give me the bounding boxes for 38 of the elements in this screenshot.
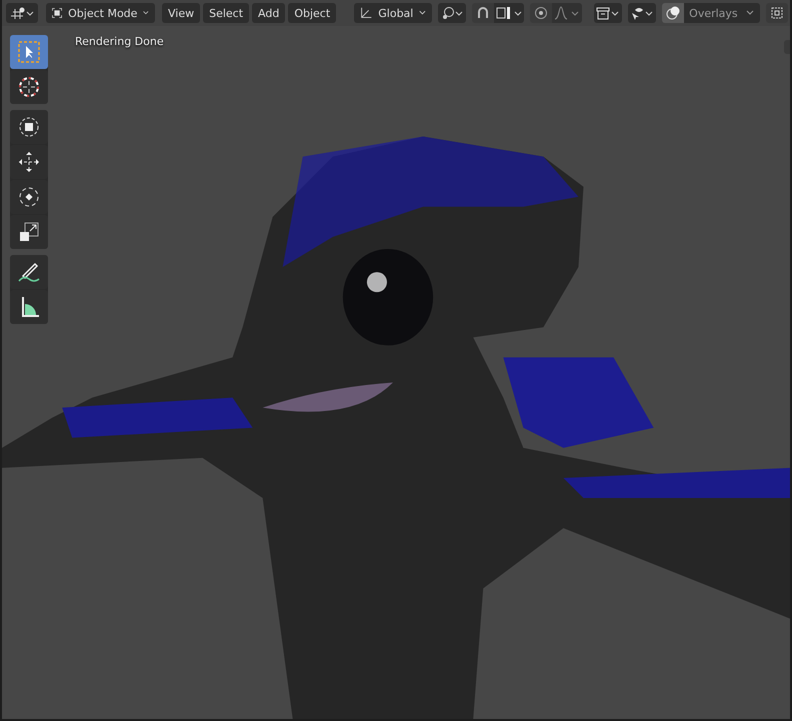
tool-button[interactable] <box>10 110 48 144</box>
mode-dropdown[interactable]: Object Mode <box>46 3 155 23</box>
falloff-dropdown[interactable] <box>552 3 582 23</box>
sidebar-toggle-tab[interactable] <box>784 40 790 54</box>
tool-button[interactable] <box>10 180 48 214</box>
box-select-icon <box>16 39 42 65</box>
snap-element-dropdown[interactable] <box>494 3 524 23</box>
selectability-dropdown[interactable] <box>628 3 656 23</box>
status-message: Rendering Done <box>75 35 164 48</box>
visibility-dropdown[interactable] <box>594 3 622 23</box>
xray-icon <box>770 6 784 20</box>
magnet-icon <box>476 6 490 20</box>
axes-icon <box>359 6 374 20</box>
menu-button[interactable]: View <box>162 3 200 23</box>
target-circle-icon <box>534 6 548 20</box>
chevron-down-icon <box>418 9 428 17</box>
object-mode-icon <box>51 6 64 20</box>
overlapping-circles-icon <box>666 6 680 20</box>
proportional-editing-toggle[interactable] <box>530 3 552 23</box>
menu-button[interactable]: Object <box>288 3 336 23</box>
crosshair-icon <box>16 74 42 100</box>
editor-type-button[interactable] <box>6 3 38 23</box>
tool-button[interactable] <box>10 145 48 179</box>
tool-button[interactable] <box>10 255 48 289</box>
snap-toggle[interactable] <box>472 3 494 23</box>
menu-button[interactable]: Add <box>252 3 286 23</box>
pivot-dropdown[interactable] <box>438 3 466 23</box>
overlays-dropdown[interactable]: Overlays <box>684 3 760 23</box>
tool-button[interactable] <box>10 290 48 324</box>
xray-toggle[interactable] <box>766 3 788 23</box>
chevron-down-icon <box>745 9 756 17</box>
overlays-toggle[interactable] <box>662 3 684 23</box>
move-arrows-icon <box>16 149 42 175</box>
tool-button[interactable] <box>10 70 48 104</box>
tool-button[interactable] <box>10 215 48 249</box>
menu-button[interactable]: Select <box>203 3 250 23</box>
orientation-dropdown[interactable]: Global <box>354 3 432 23</box>
chevron-down-icon <box>142 9 150 17</box>
